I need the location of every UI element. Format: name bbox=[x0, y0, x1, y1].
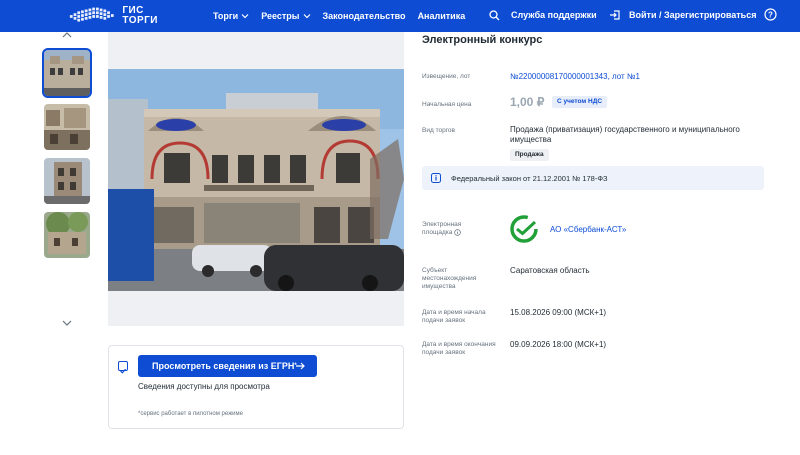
arrow-right-icon bbox=[296, 362, 305, 370]
help-icon[interactable]: ? bbox=[764, 8, 777, 21]
price-value: 1,00 ₽ bbox=[510, 95, 545, 109]
nav-item-label: Законодательство bbox=[322, 11, 406, 21]
start-date-value: 15.08.2026 09:00 (МСК+1) bbox=[510, 308, 607, 317]
end-date-value: 09.09.2026 18:00 (МСК+1) bbox=[510, 340, 607, 349]
main-property-photo[interactable] bbox=[108, 69, 404, 291]
support-link[interactable]: Служба поддержки bbox=[511, 10, 597, 20]
start-date-label: Дата и время начала подачи заявок bbox=[422, 309, 486, 324]
egrn-checkbox[interactable] bbox=[118, 361, 128, 374]
info-icon bbox=[431, 173, 441, 183]
login-link[interactable]: Войти / Зарегистрироваться bbox=[629, 10, 756, 20]
building-photo-thumb bbox=[44, 158, 90, 204]
thumbnails-scroll-up-icon[interactable] bbox=[60, 30, 74, 40]
sale-type-badge: Продажа bbox=[510, 149, 549, 161]
info-circle-icon[interactable] bbox=[454, 229, 461, 236]
auction-type-label: Вид торгов bbox=[422, 127, 455, 134]
end-date-label: Дата и время окончания подачи заявок bbox=[422, 341, 496, 356]
svg-text:?: ? bbox=[768, 10, 773, 19]
gis-torgi-logo[interactable]: ГИС ТОРГИ bbox=[68, 4, 158, 28]
nav-item-label: Реестры bbox=[261, 11, 300, 21]
search-icon[interactable] bbox=[489, 10, 500, 21]
russia-map-icon bbox=[69, 7, 114, 22]
auction-type-value: Продажа (приватизация) государственного … bbox=[510, 125, 740, 144]
page-title: Электронный конкурс bbox=[422, 34, 543, 46]
check-icon bbox=[120, 368, 126, 374]
notice-link[interactable]: №22000008170000001343, лот №1 bbox=[510, 72, 640, 82]
notice-label: Извещение, лот bbox=[422, 73, 471, 80]
view-egrn-button[interactable]: Просмотреть сведения из ЕГРН * bbox=[138, 355, 317, 377]
building-photo-thumb bbox=[44, 212, 90, 258]
nav-item-analytics[interactable]: Аналитика bbox=[418, 11, 466, 21]
egrn-availability-text: Сведения доступны для просмотра bbox=[138, 382, 270, 391]
thumbnail-3[interactable] bbox=[44, 158, 90, 204]
egrn-pilot-note: *сервис работает в пилотном режиме bbox=[138, 411, 243, 417]
building-photo-thumb bbox=[44, 104, 90, 150]
vat-badge: С учетом НДС bbox=[552, 96, 608, 108]
top-navigation-bar: ГИС ТОРГИ Торги Реестры Законодательство… bbox=[0, 0, 800, 32]
nav-item-label: Торги bbox=[213, 11, 239, 21]
login-icon[interactable] bbox=[609, 9, 621, 21]
platform-link[interactable]: АО «Сбербанк-АСТ» bbox=[550, 225, 626, 235]
nav-item-registries[interactable]: Реестры bbox=[261, 11, 310, 21]
view-egrn-button-label: Просмотреть сведения из ЕГРН bbox=[152, 361, 295, 371]
platform-label: Электронная площадка bbox=[422, 221, 482, 237]
nav-item-label: Аналитика bbox=[417, 11, 466, 21]
law-reference-text: Федеральный закон от 21.12.2001 № 178-ФЗ bbox=[451, 174, 608, 183]
sberbank-logo-icon bbox=[510, 215, 538, 243]
building-photo bbox=[108, 69, 404, 291]
thumbnail-2[interactable] bbox=[44, 104, 90, 150]
nav-item-legislation[interactable]: Законодательство bbox=[323, 11, 406, 21]
nav-item-auctions[interactable]: Торги bbox=[213, 11, 249, 21]
building-photo-thumb bbox=[44, 50, 90, 96]
chevron-down-icon bbox=[241, 14, 249, 19]
logo-text: ГИС ТОРГИ bbox=[122, 6, 158, 26]
logo-line-2: ТОРГИ bbox=[122, 15, 158, 26]
chevron-down-icon bbox=[303, 14, 310, 19]
price-label: Начальная цена bbox=[422, 101, 472, 108]
region-value: Саратовская область bbox=[510, 266, 590, 275]
thumbnail-1[interactable] bbox=[42, 48, 92, 98]
region-label: Субъект местонахождения имущества bbox=[422, 267, 477, 290]
main-nav: Торги Реестры Законодательство Аналитика bbox=[213, 0, 465, 32]
thumbnail-4[interactable] bbox=[44, 212, 90, 258]
thumbnails-scroll-down-icon[interactable] bbox=[60, 318, 74, 328]
